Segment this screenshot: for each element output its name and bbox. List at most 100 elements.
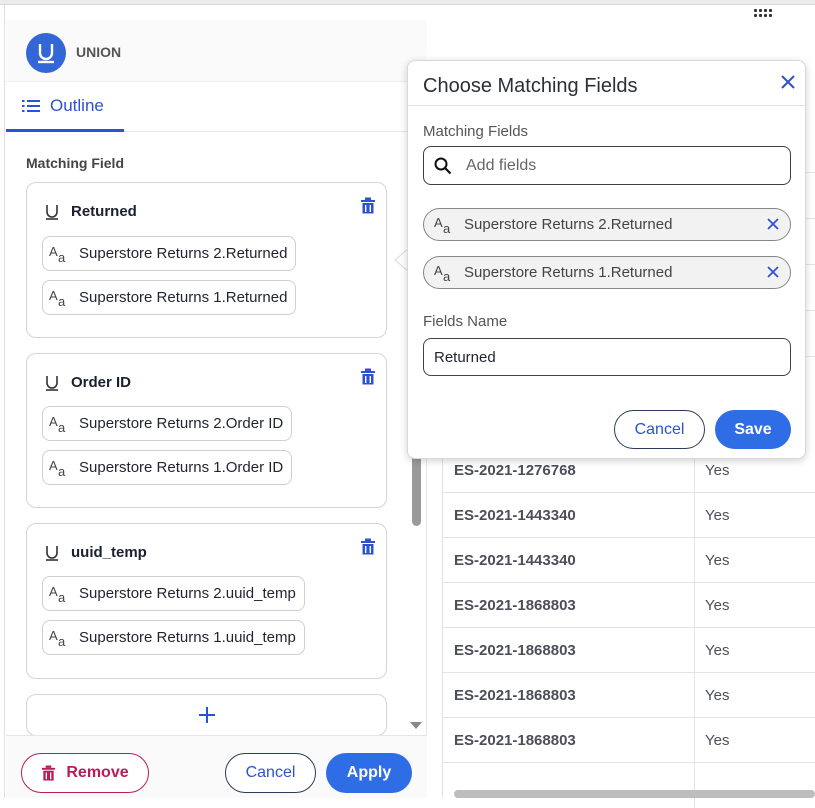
table-gridline <box>806 310 815 311</box>
fields-name-input[interactable]: Returned <box>423 338 791 376</box>
field-chip-label: Superstore Returns 2.Order ID <box>79 415 284 432</box>
apply-button[interactable]: Apply <box>326 753 412 793</box>
table-cell-id: ES-2021-1868803 <box>454 732 576 749</box>
field-chip[interactable]: Aa Superstore Returns 2.uuid_temp <box>42 576 305 611</box>
field-chip[interactable]: Aa Superstore Returns 2.Order ID <box>42 406 293 441</box>
field-chip[interactable]: Aa Superstore Returns 1.Returned <box>42 280 297 315</box>
list-icon <box>22 99 40 112</box>
tab-bar: Outline <box>6 82 427 132</box>
horizontal-scrollbar[interactable] <box>454 790 815 798</box>
remove-button[interactable]: Remove <box>21 753 149 793</box>
group-title: Order ID <box>45 374 131 391</box>
table-cell-id: ES-2021-1276768 <box>454 462 576 479</box>
text-field-icon: Aa <box>49 627 66 649</box>
close-icon[interactable] <box>766 265 780 279</box>
selected-field-label: Superstore Returns 2.Returned <box>464 216 673 233</box>
text-field-icon: Aa <box>49 243 66 265</box>
dialog-cancel-button[interactable]: Cancel <box>614 410 705 449</box>
table-cell-value: Yes <box>705 687 730 704</box>
table-cell-value: Yes <box>705 732 730 749</box>
field-chip-label: Superstore Returns 1.Order ID <box>79 459 284 476</box>
table-cell-id: ES-2021-1443340 <box>454 507 576 524</box>
table-row[interactable]: ES-2021-1443340 Yes <box>443 538 815 583</box>
cancel-button[interactable]: Cancel <box>225 753 316 793</box>
dialog-title: Choose Matching Fields <box>423 75 638 97</box>
search-icon <box>434 157 452 174</box>
field-chip[interactable]: Aa Superstore Returns 1.uuid_temp <box>42 620 305 655</box>
trash-icon <box>42 765 56 781</box>
drag-handle-icon[interactable] <box>754 9 774 19</box>
matching-group-card: Order ID Aa Superstore Returns 2.Order I… <box>26 353 387 508</box>
table-cell-value: Yes <box>705 462 730 479</box>
union-icon <box>46 204 58 220</box>
text-field-icon: Aa <box>49 583 66 605</box>
union-panel: UNION Outline Matching Field Returned Aa… <box>6 20 427 798</box>
panel-footer: Remove Cancel Apply <box>6 735 427 798</box>
selected-field-label: Superstore Returns 1.Returned <box>464 264 673 281</box>
field-chip-label: Superstore Returns 2.Returned <box>79 245 288 262</box>
trash-icon[interactable] <box>360 538 376 556</box>
matching-group-card: Returned Aa Superstore Returns 2.Returne… <box>26 182 387 338</box>
text-field-icon: Aa <box>434 262 451 284</box>
close-icon[interactable] <box>766 217 780 231</box>
tab-outline[interactable]: Outline <box>6 82 124 132</box>
section-heading: Matching Field <box>26 155 124 171</box>
union-icon <box>46 375 58 391</box>
table-cell-id: ES-2021-1868803 <box>454 597 576 614</box>
fields-name-label: Fields Name <box>423 313 508 330</box>
text-field-icon: Aa <box>49 413 66 435</box>
group-title-label: uuid_temp <box>71 544 147 561</box>
add-fields-search-input[interactable]: Add fields <box>423 146 791 185</box>
trash-icon[interactable] <box>360 368 376 386</box>
union-icon <box>46 545 58 561</box>
node-title: UNION <box>76 44 122 60</box>
table-cell-value: Yes <box>705 507 730 524</box>
panel-header: UNION <box>6 20 427 82</box>
group-title-label: Returned <box>71 203 137 220</box>
field-chip[interactable]: Aa Superstore Returns 1.Order ID <box>42 450 293 485</box>
search-placeholder: Add fields <box>466 156 537 174</box>
field-chip[interactable]: Aa Superstore Returns 2.Returned <box>42 236 297 271</box>
field-chip-label: Superstore Returns 1.uuid_temp <box>79 629 296 646</box>
group-title-label: Order ID <box>71 374 132 391</box>
table-gridline <box>806 172 815 173</box>
save-button[interactable]: Save <box>715 410 791 449</box>
table-gridline <box>806 264 815 265</box>
table-row[interactable]: ES-2021-1868803 Yes <box>443 628 815 673</box>
text-field-icon: Aa <box>49 287 66 309</box>
table-cell-id: ES-2021-1443340 <box>454 552 576 569</box>
field-chip-label: Superstore Returns 1.Returned <box>79 289 288 306</box>
union-icon <box>26 33 66 73</box>
scroll-down-icon[interactable] <box>410 722 422 729</box>
tab-label: Outline <box>50 95 104 115</box>
table-row[interactable]: ES-2021-1868803 Yes <box>443 673 815 718</box>
table-cell-id: ES-2021-1868803 <box>454 687 576 704</box>
table-cell-id: ES-2021-1868803 <box>454 642 576 659</box>
text-field-icon: Aa <box>49 457 66 479</box>
table-row[interactable]: ES-2021-1443340 Yes <box>443 493 815 538</box>
table-cell-value: Yes <box>705 597 730 614</box>
matching-fields-label: Matching Fields <box>423 123 529 140</box>
table-row[interactable]: ES-2021-1868803 Yes <box>443 718 815 763</box>
matching-group-card: uuid_temp Aa Superstore Returns 2.uuid_t… <box>26 523 387 679</box>
selected-field-chip[interactable]: Aa Superstore Returns 1.Returned <box>423 256 791 289</box>
group-title: Returned <box>45 203 137 220</box>
left-border <box>4 5 5 798</box>
table-gridline <box>806 356 815 357</box>
field-chip-label: Superstore Returns 2.uuid_temp <box>79 585 296 602</box>
trash-icon[interactable] <box>360 197 376 215</box>
data-table: ES-2021-1276768 Yes ES-2021-1443340 Yes ES… <box>442 400 815 808</box>
close-icon[interactable] <box>779 73 797 91</box>
table-gridline <box>806 218 815 219</box>
table-cell-value: Yes <box>705 552 730 569</box>
table-row[interactable] <box>443 763 815 808</box>
group-title: uuid_temp <box>45 544 147 561</box>
plus-icon <box>198 707 215 723</box>
text-field-icon: Aa <box>434 214 451 236</box>
table-row[interactable]: ES-2021-1868803 Yes <box>443 583 815 628</box>
remove-button-label: Remove <box>66 764 129 781</box>
divider <box>408 105 805 106</box>
selected-field-chip[interactable]: Aa Superstore Returns 2.Returned <box>423 208 791 241</box>
window-top-strip <box>0 0 815 5</box>
add-group-button[interactable] <box>26 694 387 736</box>
